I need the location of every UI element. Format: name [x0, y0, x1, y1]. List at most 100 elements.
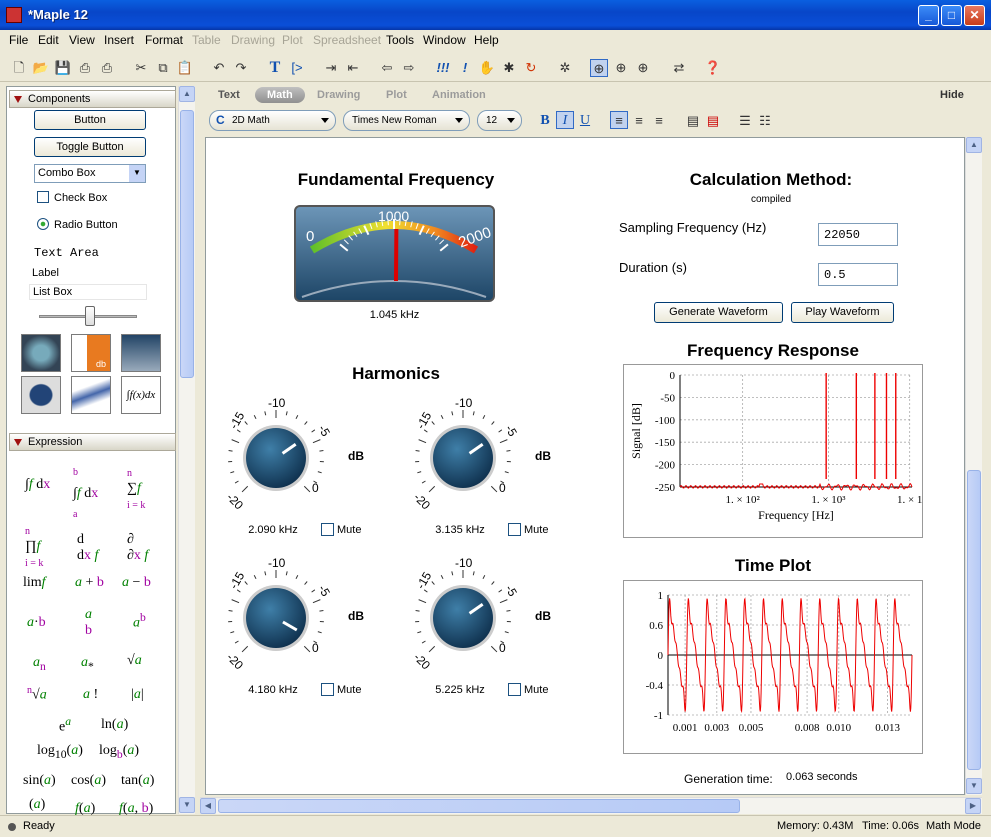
tan-expression[interactable]: tan(a): [121, 773, 154, 789]
text-mode-icon[interactable]: T: [266, 59, 284, 77]
cos-expression[interactable]: cos(a): [71, 773, 106, 789]
menu-format[interactable]: Format: [145, 33, 183, 47]
nth-root-expression[interactable]: n√a: [27, 685, 47, 704]
numbered-list-icon[interactable]: ☷: [756, 112, 774, 130]
meter-component-icon[interactable]: db: [71, 334, 111, 372]
sqrt-expression[interactable]: √a: [127, 653, 142, 669]
abs-expression[interactable]: |a|: [131, 687, 144, 703]
scroll-up-arrow-icon[interactable]: ▲: [179, 86, 195, 102]
help-icon[interactable]: ❓: [704, 59, 722, 77]
indent-icon[interactable]: ⇥: [322, 59, 340, 77]
list-box-component[interactable]: List Box: [29, 284, 147, 300]
stop-hand-icon[interactable]: ✋: [478, 59, 496, 77]
add-expression[interactable]: a + b: [75, 575, 104, 591]
divide-expression[interactable]: ab: [85, 607, 92, 639]
copy-icon[interactable]: ⧉: [154, 59, 172, 77]
time-plot[interactable]: 1 0.6 0 -0.4 -1 0.001 0.003 0.005 0.008 0.010 0.01…: [623, 580, 923, 754]
gear-icon[interactable]: ✲: [556, 59, 574, 77]
toggle-display-icon[interactable]: ⇄: [670, 59, 688, 77]
scroll-down-arrow-icon[interactable]: ▼: [179, 797, 195, 813]
menu-plot[interactable]: Plot: [282, 33, 303, 47]
menu-view[interactable]: View: [69, 33, 95, 47]
logb-expression[interactable]: logb(a): [99, 743, 139, 761]
slider-component[interactable]: [39, 306, 137, 326]
italic-button[interactable]: I: [556, 111, 574, 129]
hide-toolbar-button[interactable]: Hide: [940, 89, 964, 101]
duration-field[interactable]: 0.5: [818, 263, 898, 286]
toggle-button-component[interactable]: Toggle Button: [34, 137, 146, 157]
mute-checkbox[interactable]: Mute: [508, 523, 548, 536]
paste-icon[interactable]: 📋: [176, 59, 194, 77]
math-component-icon[interactable]: ∫f(x)dx: [121, 376, 161, 414]
log10-expression[interactable]: log10(a): [37, 743, 83, 761]
menu-spreadsheet[interactable]: Spreadsheet: [313, 33, 381, 47]
menu-help[interactable]: Help: [474, 33, 499, 47]
back-arrow-icon[interactable]: ⇦: [378, 59, 396, 77]
zoom-150-icon[interactable]: ⊕: [612, 59, 630, 77]
play-waveform-button[interactable]: Play Waveform: [791, 302, 894, 323]
zoom-200-icon[interactable]: ⊕: [634, 59, 652, 77]
align-left-icon[interactable]: ≡: [610, 111, 628, 129]
limit-expression[interactable]: limf: [23, 575, 46, 591]
scroll-left-arrow-icon[interactable]: ◀: [200, 798, 216, 814]
menu-table[interactable]: Table: [192, 33, 221, 47]
outdent-icon[interactable]: ⇤: [344, 59, 362, 77]
highlight-color-icon[interactable]: ▤: [704, 112, 722, 130]
print-icon[interactable]: ⎙: [76, 59, 94, 77]
sampling-frequency-field[interactable]: 22050: [818, 223, 898, 246]
zoom-100-icon[interactable]: ⊕: [590, 59, 608, 77]
text-area-component[interactable]: Text Area: [34, 246, 99, 260]
scroll-down-arrow-icon[interactable]: ▼: [966, 778, 982, 794]
close-button[interactable]: ✕: [964, 5, 985, 26]
cut-icon[interactable]: ✂: [132, 59, 150, 77]
multiply-expression[interactable]: a·b: [27, 615, 46, 631]
align-center-icon[interactable]: ≡: [630, 112, 648, 130]
forward-arrow-icon[interactable]: ⇨: [400, 59, 418, 77]
tab-animation[interactable]: Animation: [432, 89, 486, 101]
print-preview-icon[interactable]: ⎙: [98, 59, 116, 77]
combo-box-component[interactable]: Combo Box ▼: [34, 164, 146, 183]
tab-math[interactable]: Math: [255, 87, 305, 103]
components-palette-header[interactable]: Components: [9, 90, 176, 108]
menu-file[interactable]: File: [9, 33, 28, 47]
align-right-icon[interactable]: ≡: [650, 112, 668, 130]
partial-derivative-expression[interactable]: ∂ ∂x f: [127, 532, 148, 564]
sum-expression[interactable]: n ∑f i = k: [127, 465, 145, 513]
palette-scroll-thumb[interactable]: [180, 110, 194, 378]
menu-window[interactable]: Window: [423, 33, 466, 47]
product-expression[interactable]: n ∏f i = k: [25, 523, 43, 571]
gauge-component-icon[interactable]: [21, 334, 61, 372]
redo-icon[interactable]: ↷: [232, 59, 250, 77]
harmonic-knob[interactable]: -20 -15 -10 -5 0: [216, 554, 346, 669]
execute-worksheet-icon[interactable]: !!!: [434, 59, 452, 77]
dial-component-icon[interactable]: [21, 376, 61, 414]
document-vertical-scrollbar[interactable]: ▲ ▼: [965, 137, 982, 795]
power-expression[interactable]: ab: [133, 611, 146, 632]
frequency-response-plot[interactable]: 0 -50 -100 -150 -200 -250 1. × 10² 1. × 10³ 1. ×…: [623, 364, 923, 538]
derivative-expression[interactable]: d dx f: [77, 532, 98, 564]
definite-integral-expression[interactable]: b ∫f dx a: [73, 467, 98, 519]
exp-expression[interactable]: ea: [59, 715, 71, 736]
label-component[interactable]: Label: [32, 267, 59, 279]
execute-icon[interactable]: !: [456, 59, 474, 77]
menu-insert[interactable]: Insert: [104, 33, 134, 47]
tab-text[interactable]: Text: [218, 89, 240, 101]
sin-expression[interactable]: sin(a): [23, 773, 56, 789]
restart-icon[interactable]: ↻: [522, 59, 540, 77]
scroll-up-arrow-icon[interactable]: ▲: [966, 137, 982, 153]
document-scroll-thumb[interactable]: [967, 470, 981, 770]
execution-group-icon[interactable]: [>: [288, 59, 306, 77]
generate-waveform-button[interactable]: Generate Waveform: [654, 302, 783, 323]
harmonic-knob[interactable]: -20 -15 -10 -5 0: [216, 394, 346, 509]
subscript-expression[interactable]: an: [33, 655, 46, 673]
save-icon[interactable]: 💾: [54, 59, 72, 77]
debug-icon[interactable]: ✱: [500, 59, 518, 77]
open-folder-icon[interactable]: 📂: [32, 59, 50, 77]
harmonic-knob[interactable]: -20 -15 -10 -5 0: [403, 554, 533, 669]
radio-button-component[interactable]: Radio Button: [37, 218, 118, 231]
palette-scrollbar[interactable]: ▲ ▼: [178, 86, 195, 814]
plot-component-icon[interactable]: [121, 334, 161, 372]
mathcontainer-component-icon[interactable]: [71, 376, 111, 414]
bold-button[interactable]: B: [536, 112, 554, 130]
star-subscript-expression[interactable]: a*: [81, 655, 94, 673]
